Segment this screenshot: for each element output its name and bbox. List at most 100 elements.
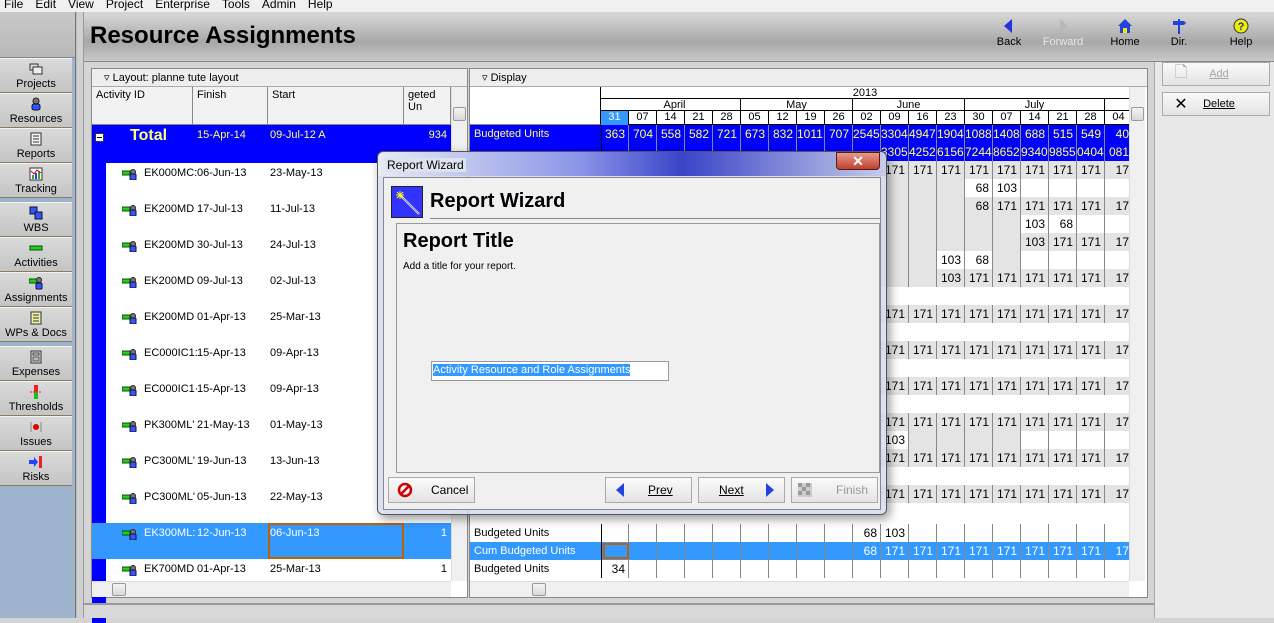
unit-cell[interactable]: 171 <box>1077 161 1105 179</box>
nav-assignments[interactable]: Assignments <box>0 272 72 307</box>
unit-cell[interactable] <box>797 560 825 578</box>
unit-cell[interactable]: 34 <box>601 560 629 578</box>
unit-cell[interactable] <box>909 179 937 197</box>
unit-cell[interactable] <box>1077 215 1105 233</box>
unit-cell[interactable]: 171 <box>1021 161 1049 179</box>
col-start[interactable]: Start <box>268 87 404 125</box>
unit-cell[interactable]: 9340 <box>1021 143 1049 161</box>
unit-cell[interactable] <box>993 431 1021 449</box>
unit-cell[interactable]: 171 <box>965 542 993 560</box>
unit-cell[interactable]: 171 <box>1077 377 1105 395</box>
start-date[interactable]: 22-May-13 <box>270 491 323 503</box>
unit-cell[interactable]: 103 <box>993 179 1021 197</box>
nav-activities[interactable]: Activities <box>0 237 72 272</box>
start-date[interactable]: 24-Jul-13 <box>270 239 316 251</box>
next-button[interactable]: Next <box>698 477 785 503</box>
unit-cell[interactable]: 68 <box>853 524 881 542</box>
unit-cell[interactable]: 171 <box>965 341 993 359</box>
unit-cell[interactable]: 171 <box>909 413 937 431</box>
start-date[interactable]: 13-Jun-13 <box>270 455 320 467</box>
nav-tracking[interactable]: Tracking <box>0 163 72 198</box>
prev-button[interactable]: Prev <box>605 477 692 503</box>
unit-cell[interactable]: 704 <box>629 125 657 143</box>
unit-cell[interactable]: 4947 <box>909 125 937 143</box>
unit-cell[interactable]: 8652 <box>993 143 1021 161</box>
unit-cell[interactable]: 171 <box>993 542 1021 560</box>
unit-cell[interactable] <box>965 233 993 251</box>
unit-cell[interactable] <box>1021 251 1049 269</box>
unit-cell[interactable] <box>685 542 713 560</box>
unit-cell[interactable]: 1011 <box>797 125 825 143</box>
unit-cell[interactable]: 171 <box>1049 341 1077 359</box>
unit-cell[interactable] <box>993 215 1021 233</box>
unit-cell[interactable]: 171 <box>1077 197 1105 215</box>
add-button[interactable]: 🗋 Add <box>1162 62 1270 86</box>
nav-expenses[interactable]: Expenses <box>0 346 72 381</box>
unit-cell[interactable]: 171 <box>1077 413 1105 431</box>
finish-button[interactable]: Finish <box>791 477 878 503</box>
unit-cell[interactable]: 171 <box>993 269 1021 287</box>
unit-cell[interactable]: 171 <box>1077 233 1105 251</box>
unit-cell[interactable]: 171 <box>1049 305 1077 323</box>
unit-cell[interactable]: 171 <box>1049 542 1077 560</box>
unit-cell[interactable] <box>909 215 937 233</box>
unit-cell[interactable]: 171 <box>1077 305 1105 323</box>
unit-cell[interactable] <box>909 233 937 251</box>
unit-cell[interactable] <box>741 524 769 542</box>
back-button[interactable]: Back <box>984 18 1034 48</box>
unit-cell[interactable]: 171 <box>965 377 993 395</box>
layout-header[interactable]: ▿ Layout: planne tute layout <box>92 69 467 87</box>
unit-cell[interactable] <box>769 542 797 560</box>
unit-cell[interactable] <box>685 524 713 542</box>
unit-cell[interactable]: 171 <box>1049 377 1077 395</box>
unit-cell[interactable]: 171 <box>1021 449 1049 467</box>
unit-cell[interactable]: 171 <box>965 269 993 287</box>
unit-cell[interactable] <box>853 560 881 578</box>
unit-cell[interactable]: 171 <box>937 341 965 359</box>
unit-cell[interactable] <box>1077 524 1105 542</box>
unit-cell[interactable]: 171 <box>909 485 937 503</box>
unit-cell[interactable] <box>1077 431 1105 449</box>
unit-cell[interactable] <box>937 560 965 578</box>
unit-cell[interactable]: 171 <box>937 377 965 395</box>
unit-cell[interactable]: 2545 <box>853 125 881 143</box>
unit-cell[interactable] <box>601 524 629 542</box>
unit-cell[interactable]: 171 <box>1077 542 1105 560</box>
col-activity-id[interactable]: Activity ID <box>92 87 193 125</box>
left-horizontal-scrollbar[interactable] <box>92 581 451 597</box>
unit-cell[interactable]: 171 <box>1021 269 1049 287</box>
unit-cell[interactable]: 1088 <box>965 125 993 143</box>
cancel-button[interactable]: Cancel <box>388 477 475 503</box>
unit-cell[interactable]: 171 <box>909 161 937 179</box>
unit-cell[interactable] <box>937 179 965 197</box>
unit-cell[interactable]: 171 <box>1049 197 1077 215</box>
display-header[interactable]: ▿ Display <box>470 69 1147 87</box>
unit-cell[interactable] <box>657 524 685 542</box>
unit-cell[interactable]: 68 <box>965 179 993 197</box>
unit-cell[interactable]: 171 <box>965 305 993 323</box>
unit-cell[interactable]: 171 <box>1077 341 1105 359</box>
timescale-row[interactable]: Budgeted Units 68 103 <box>470 524 1133 542</box>
unit-cell[interactable] <box>1049 251 1077 269</box>
unit-cell[interactable]: 171 <box>965 485 993 503</box>
unit-cell[interactable]: 171 <box>1077 485 1105 503</box>
unit-cell[interactable] <box>965 560 993 578</box>
unit-cell[interactable]: 103 <box>881 524 909 542</box>
start-date[interactable]: 02-Jul-13 <box>270 275 316 287</box>
unit-cell[interactable] <box>937 215 965 233</box>
unit-cell[interactable]: 68 <box>1049 215 1077 233</box>
unit-cell[interactable]: 68 <box>965 197 993 215</box>
unit-cell[interactable] <box>657 542 685 560</box>
unit-cell[interactable] <box>1021 524 1049 542</box>
right-horizontal-scrollbar[interactable] <box>470 581 1129 597</box>
start-date[interactable]: 01-May-13 <box>270 419 323 431</box>
unit-cell[interactable]: 558 <box>657 125 685 143</box>
unit-cell[interactable]: 68 <box>965 251 993 269</box>
unit-cell[interactable] <box>1021 560 1049 578</box>
help-button[interactable]: ? Help <box>1216 18 1266 48</box>
unit-cell[interactable]: 688 <box>1021 125 1049 143</box>
unit-cell[interactable]: 171 <box>937 542 965 560</box>
collapse-icon[interactable] <box>95 133 104 142</box>
delete-button[interactable]: ✕ Delete <box>1162 92 1270 116</box>
nav-wps-docs[interactable]: WPs & Docs <box>0 307 72 342</box>
